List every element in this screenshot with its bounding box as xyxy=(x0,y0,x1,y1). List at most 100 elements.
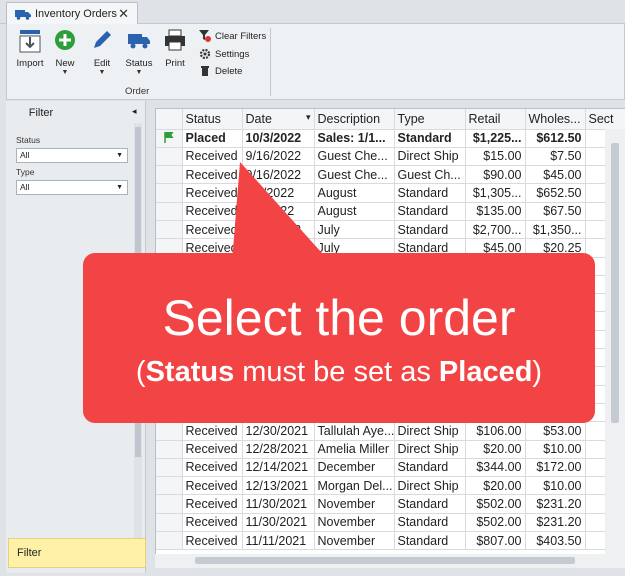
collapse-panel-icon[interactable]: ◂ xyxy=(132,106,137,117)
table-cell[interactable]: $15.00 xyxy=(465,147,526,167)
table-cell[interactable]: Direct Ship xyxy=(394,440,466,459)
table-cell[interactable]: Guest Ch... xyxy=(394,165,466,185)
table-cell[interactable]: 7/27/2022 xyxy=(242,220,315,240)
table-cell[interactable]: November xyxy=(314,494,395,514)
table-cell[interactable]: Received xyxy=(182,202,243,221)
table-cell[interactable]: Received xyxy=(182,531,243,551)
column-header-date[interactable]: Date ▾ xyxy=(242,109,315,130)
table-row[interactable]: Placed 10/3/2022 Sales: 1/1... Standard $1,2… xyxy=(156,129,625,148)
table-cell[interactable]: $652.50 xyxy=(525,183,586,203)
table-cell[interactable]: 9/16/2022 xyxy=(242,165,315,185)
table-cell[interactable]: $502.00 xyxy=(465,494,526,514)
scrollbar-thumb[interactable] xyxy=(611,143,619,423)
table-cell[interactable]: 11/30/2021 xyxy=(242,513,315,533)
table-cell[interactable]: 11/11/2021 xyxy=(242,531,315,551)
table-cell[interactable]: 10/3/2022 xyxy=(242,129,315,148)
table-row[interactable]: Received 9/16/2022 Guest Che... Direct Ship… xyxy=(156,147,625,167)
table-cell[interactable]: $10.00 xyxy=(525,476,586,496)
table-cell[interactable]: Standard xyxy=(394,220,466,240)
table-cell[interactable]: Standard xyxy=(394,513,466,533)
table-cell[interactable]: $231.20 xyxy=(525,494,586,514)
table-row[interactable]: Received 12/13/2021 Morgan Del... Direct Sh… xyxy=(156,476,625,496)
table-cell[interactable]: Direct Ship xyxy=(394,476,466,496)
table-row[interactable]: Received 12/30/2021 Tallulah Aye... Direct … xyxy=(156,421,625,441)
table-cell[interactable]: $67.50 xyxy=(525,202,586,221)
table-row[interactable]: Received 12/14/2021 December Standard $344.0… xyxy=(156,458,625,478)
table-cell[interactable]: 8/5/2022 xyxy=(242,183,315,203)
table-cell[interactable]: $20.00 xyxy=(465,476,526,496)
table-cell[interactable]: Guest Che... xyxy=(314,147,395,167)
table-cell[interactable]: Received xyxy=(182,165,243,185)
close-icon[interactable]: ✕ xyxy=(118,6,129,22)
table-row[interactable]: Received 9/16/2022 Guest Che... Guest Ch...… xyxy=(156,165,625,185)
table-cell[interactable]: August xyxy=(314,202,395,221)
column-header-description[interactable]: Description xyxy=(314,109,395,130)
table-cell[interactable]: $45.00 xyxy=(525,165,586,185)
column-header-retail[interactable]: Retail xyxy=(465,109,526,130)
status-button[interactable]: Status ▼ xyxy=(119,28,159,77)
table-cell[interactable]: Standard xyxy=(394,531,466,551)
table-cell[interactable]: $20.00 xyxy=(465,440,526,459)
grid-vertical-scrollbar[interactable] xyxy=(605,129,625,554)
table-cell[interactable]: $807.00 xyxy=(465,531,526,551)
table-cell[interactable]: $10.00 xyxy=(525,440,586,459)
table-cell[interactable]: $53.00 xyxy=(525,421,586,441)
clear-filters-button[interactable]: Clear Filters xyxy=(199,30,266,42)
column-header-sect[interactable]: Sect xyxy=(585,109,625,130)
table-cell[interactable]: $231.20 xyxy=(525,513,586,533)
table-row[interactable]: Received 11/30/2021 November Standard $502.0… xyxy=(156,494,625,514)
table-cell[interactable]: Received xyxy=(182,513,243,533)
table-cell[interactable]: Amelia Miller xyxy=(314,440,395,459)
table-cell[interactable]: $1,350... xyxy=(525,220,586,240)
table-cell[interactable]: Received xyxy=(182,183,243,203)
tab-inventory-orders[interactable]: Inventory Orders ✕ xyxy=(6,2,138,25)
table-cell[interactable]: Received xyxy=(182,476,243,496)
column-header-wholes[interactable]: Wholes... xyxy=(525,109,586,130)
import-button[interactable]: Import xyxy=(10,28,50,69)
table-cell[interactable]: Standard xyxy=(394,202,466,221)
table-cell[interactable]: Standard xyxy=(394,494,466,514)
type-filter-select[interactable]: All ▼ xyxy=(16,180,128,195)
table-cell[interactable]: Morgan Del... xyxy=(314,476,395,496)
grid-horizontal-scrollbar[interactable] xyxy=(155,554,625,568)
table-cell[interactable]: Tallulah Aye... xyxy=(314,421,395,441)
table-cell[interactable]: November xyxy=(314,531,395,551)
table-cell[interactable]: $502.00 xyxy=(465,513,526,533)
table-row[interactable]: Received 11/11/2021 November Standard $807.0… xyxy=(156,531,625,551)
table-cell[interactable]: November xyxy=(314,513,395,533)
table-cell[interactable]: 9/16/2022 xyxy=(242,147,315,167)
table-row[interactable]: Received 7/27/2022 July Standard $2,700... $1… xyxy=(156,220,625,240)
table-cell[interactable]: Standard xyxy=(394,458,466,478)
table-cell[interactable]: $106.00 xyxy=(465,421,526,441)
print-button[interactable]: Print xyxy=(155,28,195,69)
table-cell[interactable]: $344.00 xyxy=(465,458,526,478)
table-cell[interactable]: 8/5/2022 xyxy=(242,202,315,221)
table-cell[interactable]: August xyxy=(314,183,395,203)
table-cell[interactable]: July xyxy=(314,220,395,240)
table-cell[interactable]: 12/13/2021 xyxy=(242,476,315,496)
scrollbar-thumb[interactable] xyxy=(195,557,575,564)
table-cell[interactable]: 12/14/2021 xyxy=(242,458,315,478)
edit-button[interactable]: Edit ▼ xyxy=(82,28,122,77)
table-row[interactable]: Received 11/30/2021 November Standard $502.0… xyxy=(156,513,625,533)
table-row[interactable]: Received 8/5/2022 August Standard $1,305... $… xyxy=(156,183,625,203)
table-cell[interactable]: $612.50 xyxy=(525,129,586,148)
column-header-type[interactable]: Type xyxy=(394,109,466,130)
table-cell[interactable]: Guest Che... xyxy=(314,165,395,185)
table-cell[interactable]: $1,305... xyxy=(465,183,526,203)
table-cell[interactable]: $172.00 xyxy=(525,458,586,478)
table-cell[interactable]: Received xyxy=(182,458,243,478)
settings-button[interactable]: Settings xyxy=(199,48,249,60)
table-row[interactable]: Received 8/5/2022 August Standard $135.00 $67… xyxy=(156,202,625,221)
table-cell[interactable]: Direct Ship xyxy=(394,421,466,441)
table-cell[interactable]: Standard xyxy=(394,183,466,203)
table-cell[interactable]: Received xyxy=(182,147,243,167)
new-button[interactable]: New ▼ xyxy=(45,28,85,77)
table-cell[interactable]: 12/28/2021 xyxy=(242,440,315,459)
table-cell[interactable]: Standard xyxy=(394,129,466,148)
table-cell[interactable]: Direct Ship xyxy=(394,147,466,167)
table-cell[interactable]: $135.00 xyxy=(465,202,526,221)
table-cell[interactable]: 12/30/2021 xyxy=(242,421,315,441)
table-row[interactable]: Received 12/28/2021 Amelia Miller Direct Sh… xyxy=(156,440,625,459)
table-cell[interactable]: December xyxy=(314,458,395,478)
